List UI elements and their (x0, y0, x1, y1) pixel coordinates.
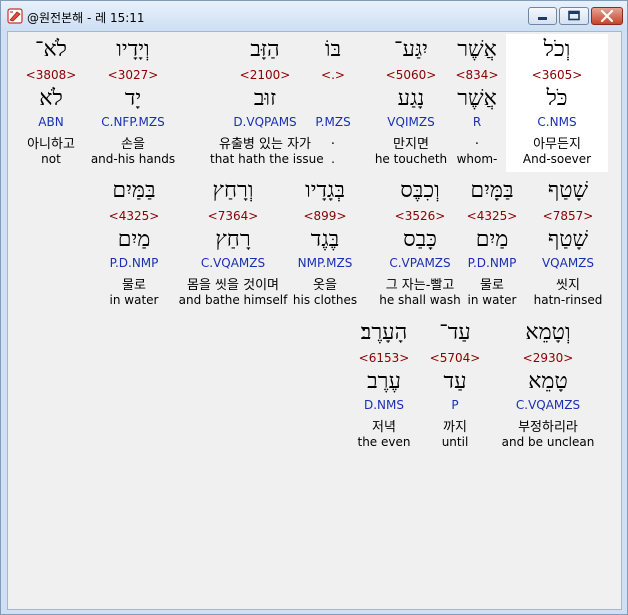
interlinear-word[interactable]: בַּמַּיִם <4325> מַיִם P.D.NMP 물로 in water (79, 175, 189, 313)
maximize-button[interactable] (559, 7, 589, 25)
strong-number: <3808> (25, 68, 77, 82)
hebrew-lemma: מַיִם (117, 227, 151, 252)
strong-number: <3526> (394, 209, 446, 223)
bible-app-icon[interactable] (7, 8, 23, 24)
hebrew-word: הַזָּב (250, 37, 280, 62)
english-gloss: not (41, 152, 61, 166)
korean-gloss: 몸을 씻을 것이며 (187, 278, 279, 293)
minimize-icon (538, 17, 547, 20)
morphology-code: ABN (38, 115, 64, 129)
hebrew-lemma: כָּבַס (403, 227, 437, 252)
interlinear-panel[interactable]: וְכֹל <3605> כֹּל C.NMS 아무든지 And-soever אֲשֶׁר… (7, 31, 622, 610)
english-gloss: and bathe himself (178, 293, 288, 307)
korean-gloss: 그 자는-빨고 (385, 278, 455, 293)
morphology-code: P.D.NMP (109, 256, 159, 270)
morphology-code: C.VQAMZS (200, 256, 266, 270)
strong-number: <7364> (207, 209, 259, 223)
interlinear-word[interactable]: וְכִבֶּס <3526> כָּבַס C.VPAMZS 그 자는-빨고 he sh… (365, 175, 475, 313)
hebrew-lemma: לֹא (39, 86, 63, 111)
strong-number: <4325> (108, 209, 160, 223)
english-gloss: he shall wash (379, 293, 461, 307)
app-window: @원전본해 - 레 15:11 וְכֹל <3605> כֹּל C.NMS 아무든지… (0, 0, 628, 615)
strong-number: <6153> (358, 351, 410, 365)
hebrew-word: וְרָחַץ (212, 178, 254, 203)
hebrew-lemma: זוּב (253, 86, 277, 111)
morphology-code: D.NMS (363, 398, 404, 412)
minimize-button[interactable] (528, 7, 557, 25)
english-gloss: that hath the issue (210, 152, 324, 166)
morphology-code: C.VPAMZS (389, 256, 451, 270)
maximize-icon (568, 10, 580, 21)
english-gloss: the even (357, 435, 411, 449)
hebrew-word: הָעָרֶב׃ (360, 320, 408, 345)
strong-number: <2100> (239, 68, 291, 82)
window-title: @원전본해 - 레 15:11 (27, 11, 145, 25)
title-bar[interactable]: @원전본해 - 레 15:11 (1, 1, 627, 31)
close-icon (600, 9, 614, 23)
korean-gloss: 저녁 (372, 420, 396, 435)
close-button[interactable] (591, 7, 623, 25)
hebrew-lemma: עֶרֶב (367, 369, 401, 394)
interlinear-word[interactable]: הַזָּב <2100> זוּב D.VQPAMS 유출병 있는 자가 that ha… (210, 34, 324, 172)
korean-gloss: 유출병 있는 자가 (219, 137, 311, 152)
english-gloss: in water (109, 293, 159, 307)
hebrew-word: וְכִבֶּס (400, 178, 440, 203)
interlinear-word[interactable]: וְרָחַץ <7364> רָחַץ C.VQAMZS 몸을 씻을 것이며 and b… (178, 175, 288, 313)
korean-gloss: 아니하고 (27, 137, 75, 152)
korean-gloss: 물로 (122, 278, 146, 293)
hebrew-lemma: רָחַץ (215, 227, 251, 252)
hebrew-word: לֹא־ (35, 37, 67, 62)
morphology-code: D.VQPAMS (233, 115, 297, 129)
interlinear-word[interactable]: הָעָרֶב׃ <6153> עֶרֶב D.NMS 저녁 the even (329, 317, 439, 455)
hebrew-word: בַּמַּיִם (112, 178, 156, 203)
interlinear-word[interactable]: לֹא־ <3808> לֹא ABN 아니하고 not (8, 34, 106, 172)
